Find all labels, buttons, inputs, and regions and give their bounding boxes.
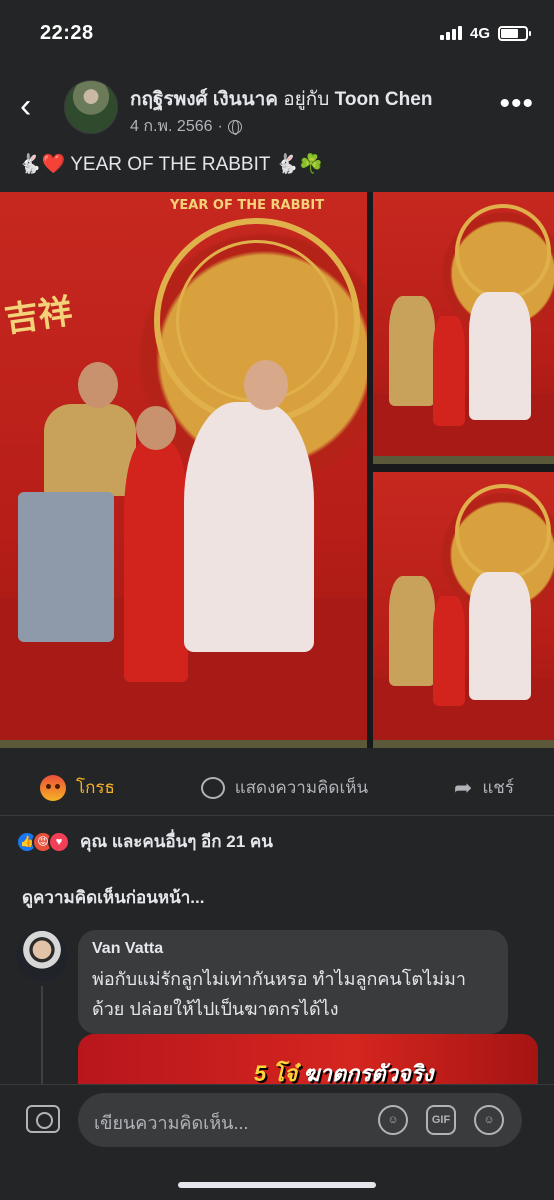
thread-line [41,986,43,1086]
meta-dot: · [217,117,223,135]
comment-text: พ่อกับแม่รักลูกไม่เท่ากันหรอ ทำไมลูกคนโต… [92,969,466,1019]
person-boy [433,596,465,706]
person-boy-head [136,406,176,450]
comment-image-prefix: 5 โจ๋ [254,1061,298,1086]
more-options-icon[interactable]: ••• [499,89,534,119]
photo-grass [373,740,554,748]
camera-icon[interactable] [26,1105,60,1133]
person-man-pants [18,492,114,642]
share-arrow-icon: ➦ [453,774,473,800]
author-name[interactable]: กฤฐิรพงศ์ เงินนาค [130,89,278,110]
with-text: อยู่กับ [283,89,330,110]
angry-reaction-button[interactable]: โกรธ [40,774,115,801]
angry-emoji-icon [40,774,66,801]
comment-button[interactable]: แสดงความคิดเห็น [200,774,369,801]
person-woman [469,292,531,420]
person-boy [124,442,188,682]
home-indicator [178,1182,376,1188]
person-woman-head [244,360,288,410]
person-man-head [78,362,118,408]
comment-bubble[interactable]: Van Vatta พ่อกับแม่รักลูกไม่เท่ากันหรอ ท… [78,930,508,1034]
person-man-shirt [44,404,136,496]
reaction-summary-text: คุณ และคนอื่นๆ อีก 21 คน [80,832,273,851]
reaction-icons: 👍 😡 ♥ [16,830,70,853]
tagged-name[interactable]: Toon Chen [335,89,433,110]
back-icon[interactable]: ‹ [20,89,44,123]
side-photo-top[interactable] [373,192,554,464]
comment-image-title: ฆาตกรตัวจริง [303,1061,434,1086]
view-previous-comments-link[interactable]: ดูความคิดเห็นก่อนหน้า... [22,884,204,911]
post-caption: 🐇❤️ YEAR OF THE RABBIT 🐇☘️ [18,154,323,175]
network-label: 4G [469,24,490,42]
author-avatar[interactable] [64,80,118,134]
comment-label: แสดงความคิดเห็น [234,778,369,797]
signal-icon [439,26,462,40]
commenter-name[interactable]: Van Vatta [92,940,494,958]
side-photo-bottom[interactable] [373,472,554,748]
gif-icon[interactable]: GIF [426,1105,456,1135]
status-indicators: 4G [439,24,531,42]
person-boy [433,316,465,426]
photo-side-text: 吉祥 [2,291,75,341]
post-action-bar: โกรธ แสดงความคิดเห็น ➦ แชร์ [0,760,554,816]
commenter-avatar[interactable] [16,930,68,982]
emoji-icon[interactable]: ☺ [474,1105,504,1135]
reaction-summary[interactable]: 👍 😡 ♥ คุณ และคนอื่นๆ อีก 21 คน [16,828,273,855]
status-time: 22:28 [40,21,94,44]
post-meta: 4 ก.พ. 2566 · [130,114,242,139]
rabbit-emblem-small [455,204,551,300]
avatar-sticker-icon[interactable]: ☺ [378,1105,408,1135]
person-man [389,576,435,686]
share-button[interactable]: ➦ แชร์ [454,774,514,801]
comment-bubble-icon [200,776,225,799]
photo-grid: YEAR OF THE RABBIT 吉祥 [0,192,554,748]
photo-grass [373,456,554,464]
post-date[interactable]: 4 ก.พ. 2566 [130,114,213,139]
person-woman [469,572,531,700]
person-man [389,296,435,406]
rabbit-emblem-small [455,484,551,580]
photo-grass [0,740,367,748]
person-woman-dress [184,402,314,652]
battery-icon [498,25,531,41]
share-label: แชร์ [482,778,514,797]
photo-banner-text: YEAR OF THE RABBIT [170,198,325,213]
comment-input[interactable]: เขียนความคิดเห็น... ☺ GIF ☺ [78,1093,522,1147]
status-bar: 22:28 4G [0,0,554,66]
author-line[interactable]: กฤฐิรพงศ์ เงินนาค อยู่กับ Toon Chen [130,84,432,114]
main-photo[interactable]: YEAR OF THE RABBIT 吉祥 [0,192,367,748]
post-header: ‹ กฤฐิรพงศ์ เงินนาค อยู่กับ Toon Chen 4 … [0,76,554,140]
angry-label: โกรธ [76,778,115,797]
comment-input-placeholder: เขียนความคิดเห็น... [94,1113,249,1133]
love-icon: ♥ [48,830,70,853]
globe-icon [227,119,242,135]
